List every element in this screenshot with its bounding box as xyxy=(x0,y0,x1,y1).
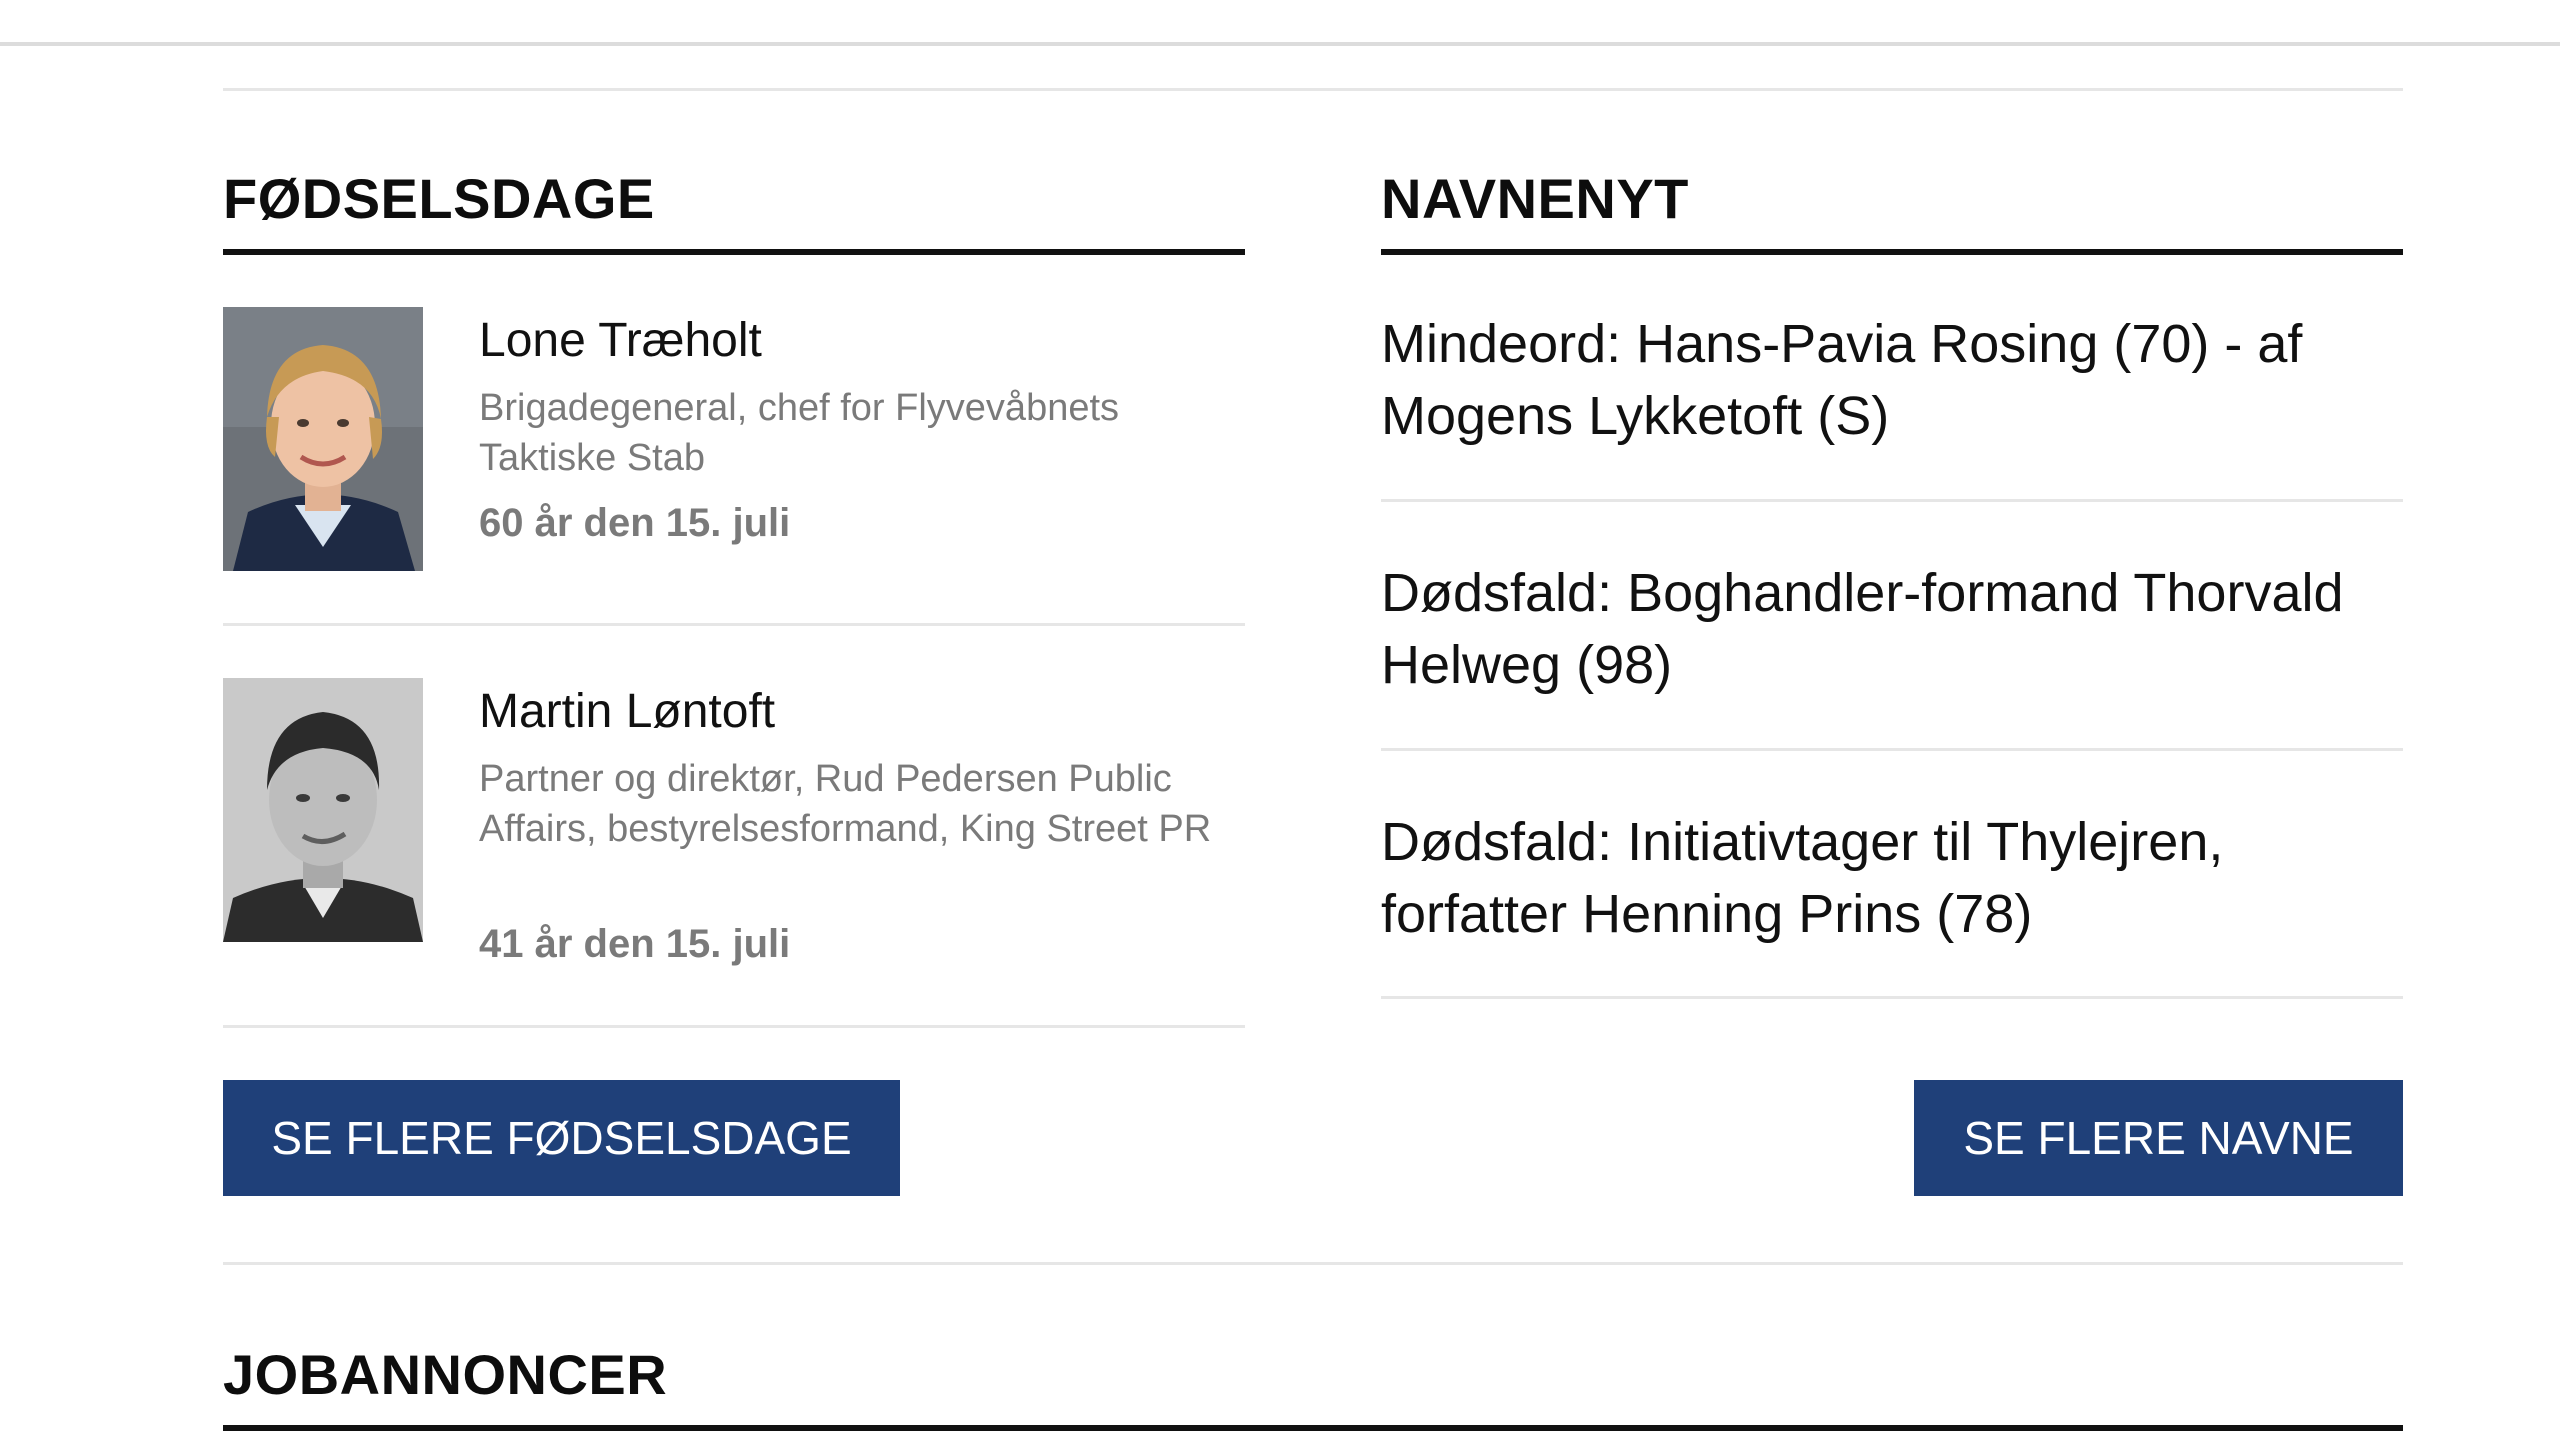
jobs-title-rule xyxy=(223,1425,2403,1431)
more-names-button[interactable]: SE FLERE NAVNE xyxy=(1914,1080,2403,1196)
person-role: Partner og direktør, Rud Pedersen Public… xyxy=(479,758,1212,850)
birthday-divider xyxy=(223,623,1245,626)
top-divider xyxy=(223,88,2403,91)
top-bar xyxy=(0,0,2560,46)
person-role: Brigadegeneral, chef for Flyvevåbnets Ta… xyxy=(479,387,1120,479)
person-name[interactable]: Martin Løntoft xyxy=(479,684,775,739)
birthday-divider xyxy=(223,1025,1245,1028)
news-divider xyxy=(1381,748,2403,751)
birthday-person[interactable]: Martin Løntoft Partner og direktør, Rud … xyxy=(223,678,1245,1008)
birthdays-title-rule xyxy=(223,249,1245,255)
names-news-title-rule xyxy=(1381,249,2403,255)
person-name[interactable]: Lone Træholt xyxy=(479,313,762,368)
person-age: 41 år den 15. juli xyxy=(479,922,791,966)
birthday-person[interactable]: Lone Træholt Brigadegeneral, chef for Fl… xyxy=(223,307,1245,627)
more-birthdays-button[interactable]: SE FLERE FØDSELSDAGE xyxy=(223,1080,900,1196)
birthdays-title: FØDSELSDAGE xyxy=(223,167,655,230)
news-item-link[interactable]: Mindeord: Hans-Pavia Rosing (70) - af Mo… xyxy=(1381,308,2403,452)
names-news-title: NAVNENYT xyxy=(1381,167,1689,230)
person-photo xyxy=(223,678,423,942)
person-age: 60 år den 15. juli xyxy=(479,501,791,545)
jobs-divider xyxy=(223,1262,2403,1265)
news-item-link[interactable]: Dødsfald: Initiativtager til Thylejren, … xyxy=(1381,806,2403,950)
person-photo xyxy=(223,307,423,571)
jobs-title: JOBANNONCER xyxy=(223,1343,668,1406)
news-divider xyxy=(1381,996,2403,999)
portrait-woman-image xyxy=(223,307,423,571)
portrait-man-image xyxy=(223,678,423,942)
news-item-link[interactable]: Dødsfald: Boghandler-formand Thorvald He… xyxy=(1381,557,2403,701)
news-divider xyxy=(1381,499,2403,502)
